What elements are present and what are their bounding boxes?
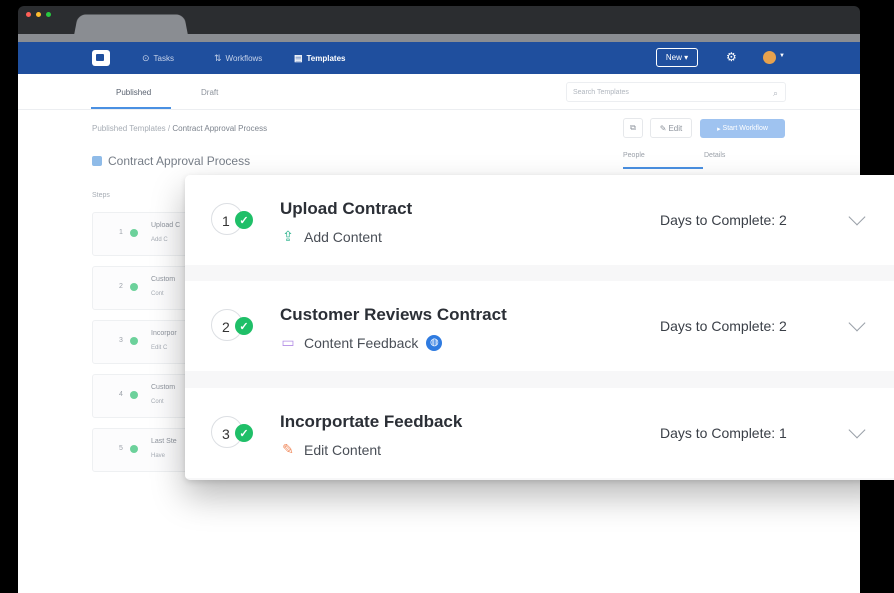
step-number: 1 <box>119 229 123 236</box>
comment-icon: ▭ <box>281 334 295 350</box>
nav-item-templates[interactable]: ▤ Templates <box>294 53 346 64</box>
step-title: Upload Contract <box>280 199 413 218</box>
step-row-customer-reviews[interactable]: 2 ✓ Customer Reviews Contract ▭ Content … <box>185 281 894 371</box>
close-window-icon[interactable] <box>26 12 31 17</box>
steps-label: Steps <box>92 192 110 199</box>
check-icon: ✓ <box>235 317 253 335</box>
start-workflow-label: Start Workflow <box>722 125 768 132</box>
check-icon <box>130 337 138 345</box>
step-action-content-feedback[interactable]: ▭ Content Feedback ◍ <box>280 334 443 351</box>
pencil-icon: ✎ <box>659 123 667 133</box>
nav-item-label: Tasks <box>153 54 174 63</box>
step-title: Incorportate Feedback <box>280 412 463 431</box>
workflow-icon: ⇅ <box>214 53 222 63</box>
minimize-window-icon[interactable] <box>36 12 41 17</box>
globe-icon: ◍ <box>426 334 443 351</box>
step-title: Upload C <box>151 222 181 229</box>
search-placeholder: Search Templates <box>573 89 629 96</box>
browser-chrome <box>18 6 860 46</box>
nav-item-label: Templates <box>306 54 346 63</box>
check-icon <box>130 445 138 453</box>
template-icon <box>92 156 102 166</box>
edit-label: Edit <box>668 123 683 133</box>
step-title: Incorpor <box>151 330 177 337</box>
step-number: 5 <box>119 445 123 452</box>
step-action: Add C <box>151 237 168 243</box>
window-controls <box>26 12 51 17</box>
edit-button[interactable]: ✎ Edit <box>650 118 692 138</box>
step-action: Have <box>151 453 166 459</box>
check-icon <box>130 229 138 237</box>
chevron-down-icon[interactable] <box>848 208 866 226</box>
step-action-label: Add Content <box>304 228 382 245</box>
step-action-edit-content[interactable]: ✎ Edit Content <box>280 441 381 458</box>
chevron-down-icon[interactable] <box>848 314 866 332</box>
check-icon <box>130 283 138 291</box>
maximize-window-icon[interactable] <box>46 12 51 17</box>
clock-icon: ⊙ <box>142 53 150 63</box>
step-action: Cont <box>151 399 164 405</box>
step-action-label: Edit Content <box>304 441 382 458</box>
pencil-icon: ✎ <box>282 441 294 457</box>
active-tab-indicator <box>623 167 703 169</box>
tab-people[interactable]: People <box>623 152 645 159</box>
top-navbar: ⊙ Tasks ⇅ Workflows ▤ Templates New ▾ ⚙ … <box>18 42 860 74</box>
browser-tab[interactable] <box>73 14 189 37</box>
check-icon <box>130 391 138 399</box>
copy-icon: ⧉ <box>630 123 636 132</box>
step-action: Edit C <box>151 345 168 351</box>
avatar[interactable] <box>763 51 776 64</box>
check-icon: ✓ <box>235 211 253 229</box>
tab-draft[interactable]: Draft <box>201 88 218 97</box>
chevron-down-icon[interactable] <box>848 421 866 439</box>
step-number: 2 <box>119 283 123 290</box>
search-input[interactable]: Search Templates ⌕ <box>566 82 786 102</box>
step-number: 3 <box>119 337 123 344</box>
step-row-incorporate-feedback[interactable]: 3 ✓ Incorportate Feedback ✎ Edit Content… <box>185 388 894 478</box>
upload-icon: ⇪ <box>282 228 294 244</box>
chevron-down-icon[interactable]: ▼ <box>779 53 785 59</box>
active-tab-indicator <box>91 107 171 109</box>
step-action-add-content[interactable]: ⇪ Add Content <box>280 228 382 245</box>
breadcrumb: Published Templates / Contract Approval … <box>92 124 267 133</box>
breadcrumb-parent[interactable]: Published Templates <box>92 124 166 133</box>
days-to-complete: Days to Complete: 1 <box>660 425 787 441</box>
nav-item-label: Workflows <box>225 54 263 63</box>
template-icon: ▤ <box>294 53 303 63</box>
nav-item-tasks[interactable]: ⊙ Tasks <box>142 53 174 64</box>
days-to-complete: Days to Complete: 2 <box>660 212 787 228</box>
copy-button[interactable]: ⧉ <box>623 118 643 138</box>
step-title: Custom <box>151 276 176 283</box>
new-button[interactable]: New ▾ <box>656 48 698 67</box>
tab-published[interactable]: Published <box>116 88 151 97</box>
step-title: Customer Reviews Contract <box>280 305 507 324</box>
step-action-label: Content Feedback <box>304 334 419 351</box>
steps-card: 1 ✓ Upload Contract ⇪ Add Content Days t… <box>185 175 894 480</box>
step-number: 3 <box>222 426 230 442</box>
search-icon: ⌕ <box>772 88 778 98</box>
step-row-upload-contract[interactable]: 1 ✓ Upload Contract ⇪ Add Content Days t… <box>185 175 894 265</box>
app-logo-icon[interactable] <box>92 50 110 66</box>
check-icon: ✓ <box>235 424 253 442</box>
subtab-bar: Published Draft Search Templates ⌕ <box>18 74 860 110</box>
days-to-complete: Days to Complete: 2 <box>660 318 787 334</box>
tab-details[interactable]: Details <box>704 152 725 159</box>
gear-icon[interactable]: ⚙ <box>726 50 737 64</box>
page-title-text: Contract Approval Process <box>108 154 251 168</box>
breadcrumb-current: Contract Approval Process <box>172 124 268 133</box>
nav-item-workflows[interactable]: ⇅ Workflows <box>214 53 262 64</box>
step-number: 2 <box>222 319 230 335</box>
step-title: Custom <box>151 384 176 391</box>
step-number: 1 <box>222 213 230 229</box>
page-title: Contract Approval Process <box>92 154 250 168</box>
step-action: Cont <box>151 291 164 297</box>
step-number: 4 <box>119 391 123 398</box>
step-title: Last Ste <box>151 438 177 445</box>
start-workflow-button[interactable]: ▸ Start Workflow <box>700 119 785 138</box>
